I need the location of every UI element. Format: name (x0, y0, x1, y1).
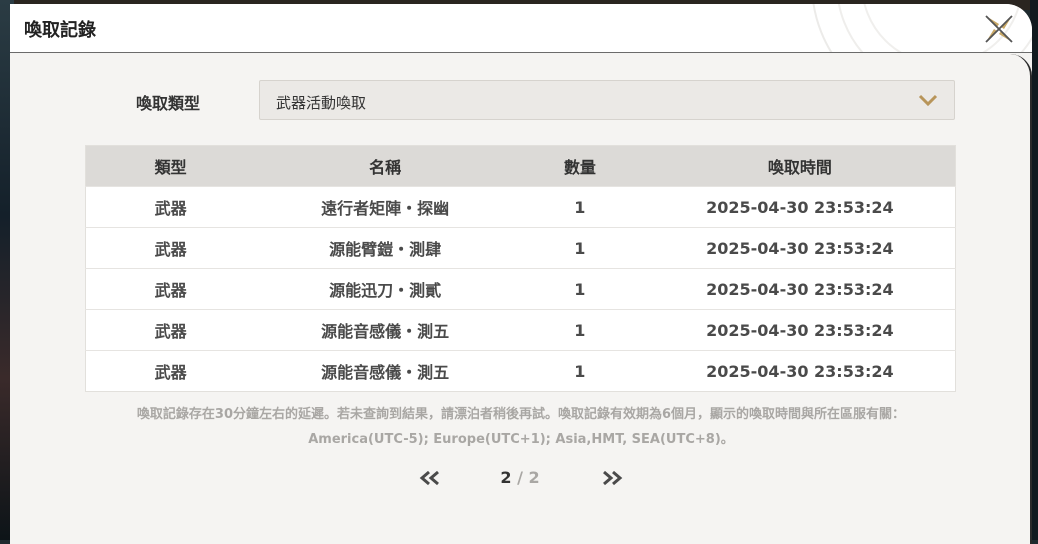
type-select[interactable]: 武器活動喚取 (259, 80, 955, 120)
cell-name: 遠行者矩陣・探幽 (255, 186, 515, 228)
table-row: 武器 遠行者矩陣・探幽 1 2025-04-30 23:53:24 (85, 186, 956, 228)
cell-type: 武器 (85, 186, 256, 228)
pagination: 2 / 2 (10, 464, 1030, 494)
page-indicator: 2 / 2 (490, 468, 550, 487)
notice-line-1: 喚取記錄存在30分鐘左右的延遲。若未查詢到結果，請漂泊者稍後再試。喚取記錄有效期… (136, 407, 906, 422)
table-row: 武器 源能迅刀・測貳 1 2025-04-30 23:53:24 (85, 268, 956, 310)
cell-name: 源能臂鎧・測肆 (255, 227, 515, 269)
cell-type: 武器 (85, 227, 256, 269)
close-x-icon (985, 15, 1013, 43)
cell-name: 源能迅刀・測貳 (255, 268, 515, 310)
dialog-header: 喚取記錄 (10, 4, 1032, 53)
column-header-time: 喚取時間 (644, 145, 956, 187)
delay-notice: 喚取記錄存在30分鐘左右的延遲。若未查詢到結果，請漂泊者稍後再試。喚取記錄有效期… (60, 402, 982, 452)
cell-name: 源能音感儀・測五 (255, 350, 515, 392)
cell-type: 武器 (85, 309, 256, 351)
page-separator: / (511, 468, 529, 487)
dialog-title: 喚取記錄 (24, 20, 96, 41)
type-select-value: 武器活動喚取 (276, 94, 367, 112)
table-header-row: 類型 名稱 數量 喚取時間 (85, 145, 956, 187)
table-row: 武器 源能音感儀・測五 1 2025-04-30 23:53:24 (85, 309, 956, 351)
cell-quantity: 1 (514, 350, 645, 392)
cell-time: 2025-04-30 23:53:24 (644, 186, 956, 228)
cell-quantity: 1 (514, 309, 645, 351)
cell-time: 2025-04-30 23:53:24 (644, 268, 956, 310)
cell-quantity: 1 (514, 268, 645, 310)
current-page: 2 (500, 468, 512, 487)
column-header-type: 類型 (85, 145, 256, 187)
cell-time: 2025-04-30 23:53:24 (644, 309, 956, 351)
cell-quantity: 1 (514, 186, 645, 228)
close-button[interactable] (984, 14, 1014, 44)
cell-name: 源能音感儀・測五 (255, 309, 515, 351)
filter-label: 喚取類型 (136, 94, 201, 113)
column-header-quantity: 數量 (514, 145, 645, 187)
notice-line-2: America(UTC-5); Europe(UTC+1); Asia,HMT,… (308, 432, 734, 447)
cell-time: 2025-04-30 23:53:24 (644, 227, 956, 269)
column-header-name: 名稱 (255, 145, 515, 187)
cell-time: 2025-04-30 23:53:24 (644, 350, 956, 392)
double-chevron-right-icon[interactable] (601, 470, 623, 486)
cell-quantity: 1 (514, 227, 645, 269)
table-row: 武器 源能音感儀・測五 1 2025-04-30 23:53:24 (85, 350, 956, 392)
records-table: 類型 名稱 數量 喚取時間 武器 遠行者矩陣・探幽 1 2025-04-30 2… (85, 145, 956, 392)
table-row: 武器 源能臂鎧・測肆 1 2025-04-30 23:53:24 (85, 227, 956, 269)
double-chevron-left-icon[interactable] (419, 470, 441, 486)
chevron-down-icon (918, 94, 938, 107)
total-pages: 2 (528, 468, 540, 487)
record-dialog: 喚取記錄 喚取類型 武器活動喚取 類型 名稱 數量 喚取時間 武器 遠行者矩陣・… (10, 4, 1032, 544)
cell-type: 武器 (85, 268, 256, 310)
cell-type: 武器 (85, 350, 256, 392)
